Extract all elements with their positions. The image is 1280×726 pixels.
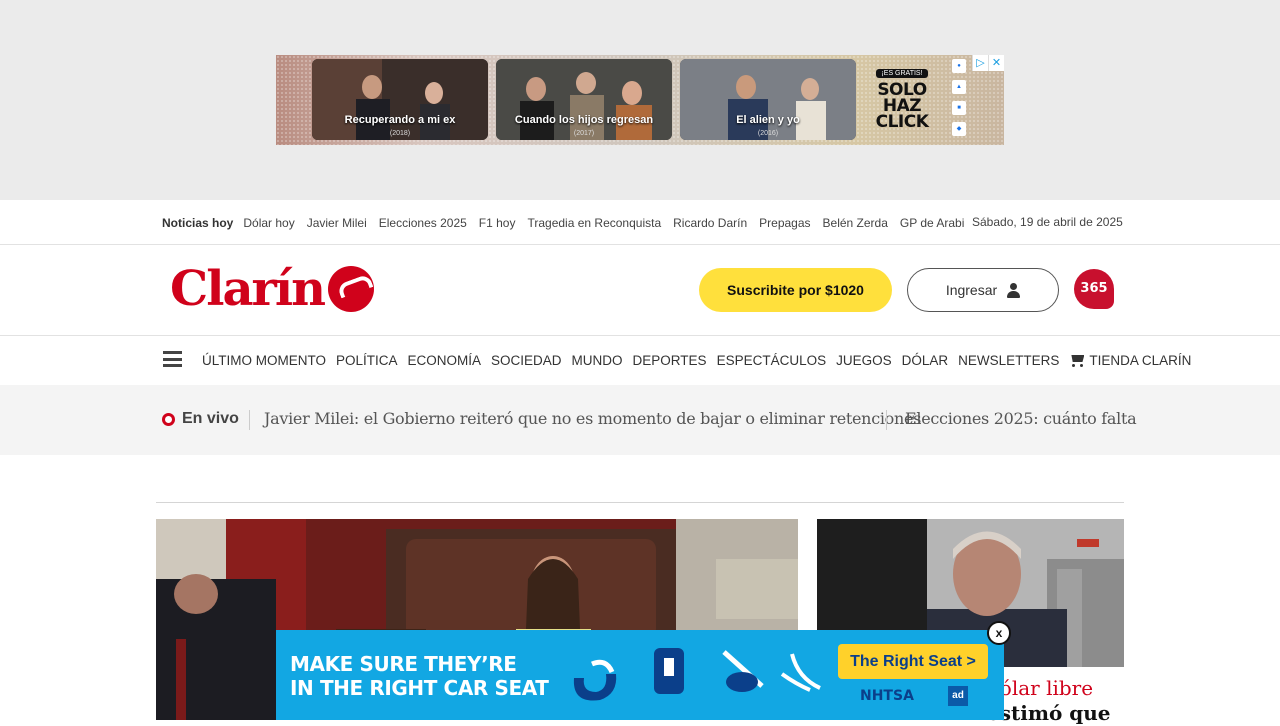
car-seat-icons [573,648,821,701]
live-separator [249,410,250,430]
trending-item[interactable]: GP de Arabi [900,216,965,230]
live-label: En vivo [182,410,239,427]
nav-item-tienda[interactable]: TIENDA CLARÍN [1069,353,1191,368]
trending-item[interactable]: Ricardo Darín [673,216,747,230]
nav-item-tienda-label: TIENDA CLARÍN [1089,353,1192,368]
nhtsa-logo: NHTSA [860,688,914,704]
login-button[interactable]: Ingresar [907,268,1059,312]
clarin-365-badge[interactable]: 365 [1074,269,1114,309]
ad-movie-year-2: (2017) [573,130,595,137]
trending-item[interactable]: Tragedia en Reconquista [527,216,661,230]
current-date: Sábado, 19 de abril de 2025 [972,215,1123,229]
top-banner-ad[interactable]: Recuperando a mi ex (2018) Cuando los hi… [276,55,1004,145]
trending-list: Noticias hoy Dólar hoy Javier Milei Elec… [162,200,976,245]
section-nav: ÚLTIMO MOMENTO POLÍTICA ECONOMÍA SOCIEDA… [0,336,1280,385]
live-item[interactable]: Elecciones 2025: cuánto falta [905,409,1137,428]
top-ad-area: Recuperando a mi ex (2018) Cuando los hi… [0,0,1280,200]
ad-cta-text: SOLO HAZ CLICK [875,80,929,132]
user-icon [1007,282,1021,298]
nav-item-deportes[interactable]: DEPORTES [633,353,707,368]
trending-item[interactable]: F1 hoy [479,216,516,230]
live-item[interactable]: Javier Milei: el Gobierno reiteró que no… [264,409,921,428]
ad-side-icons: ● ▲ ■ ◆ [952,59,966,143]
site-header: Clarín Suscribite por $1020 Ingresar 365 [0,245,1280,336]
ad-movie-image-3 [680,59,856,140]
live-ticker: En vivo Javier Milei: el Gobierno reiter… [0,385,1280,455]
ad-right-seat-button[interactable]: The Right Seat > [838,644,988,679]
nav-item-mundo[interactable]: MUNDO [572,353,623,368]
ad-council-logo: ad [948,686,968,706]
adchoices-icon[interactable]: ▷ [972,55,988,71]
side-story-text: estimó que [987,701,1111,725]
ad-side-icon: ■ [952,101,966,115]
clarin-logo[interactable]: Clarín [170,260,374,317]
trending-lead[interactable]: Noticias hoy [162,216,233,230]
ad-movie-image-2 [496,59,672,140]
trending-item[interactable]: Javier Milei [307,216,367,230]
ad-movie-card-2[interactable]: Cuando los hijos regresan (2017) [496,59,672,140]
section-list: ÚLTIMO MOMENTO POLÍTICA ECONOMÍA SOCIEDA… [202,336,1201,385]
nav-item-espectaculos[interactable]: ESPECTÁCULOS [717,353,827,368]
nav-item-newsletters[interactable]: NEWSLETTERS [958,353,1059,368]
trending-bar: Noticias hoy Dólar hoy Javier Milei Elec… [0,200,1280,245]
ad-movie-title-3: El alien y yo [736,114,800,126]
nav-item-sociedad[interactable]: SOCIEDAD [491,353,562,368]
ad-bottom-line2: IN THE RIGHT CAR SEAT [290,676,549,700]
menu-icon[interactable] [163,351,182,367]
ad-movie-year-3: (2016) [757,130,779,137]
logo-wordmark: Clarín [170,260,326,317]
ad-movie-card-3[interactable]: El alien y yo (2016) [680,59,856,140]
content-divider [156,502,1124,503]
login-label: Ingresar [945,282,998,298]
ad-movie-card-1[interactable]: Recuperando a mi ex (2018) [312,59,488,140]
subscribe-button[interactable]: Suscribite por $1020 [699,268,892,312]
ad-side-icon: ● [952,59,966,73]
ad-movie-title-1: Recuperando a mi ex [344,114,456,126]
trending-item[interactable]: Prepagas [759,216,810,230]
ad-movie-year-1: (2018) [389,130,411,137]
trending-item[interactable]: Belén Zerda [823,216,888,230]
ad-bottom-message: MAKE SURE THEY’RE IN THE RIGHT CAR SEAT [290,652,549,700]
trending-item[interactable]: Dólar hoy [243,216,294,230]
nav-item-politica[interactable]: POLÍTICA [336,353,398,368]
trending-item[interactable]: Elecciones 2025 [379,216,467,230]
live-dot-icon [162,413,175,426]
logo-mark-icon [327,265,374,312]
close-ad-button[interactable]: x [987,621,1011,645]
ad-side-icon: ◆ [952,122,966,136]
ad-free-badge: ¡ES GRATIS! [876,69,928,78]
live-separator [886,410,887,430]
nav-item-dolar[interactable]: DÓLAR [902,353,949,368]
ad-movie-image-1 [312,59,488,140]
ad-close-icon[interactable]: ✕ [988,55,1004,71]
nav-item-ultimo-momento[interactable]: ÚLTIMO MOMENTO [202,353,326,368]
ad-bottom-line1: MAKE SURE THEY’RE [290,652,517,676]
nav-item-juegos[interactable]: JUEGOS [836,353,892,368]
ad-movie-title-2: Cuando los hijos regresan [514,114,654,126]
bottom-banner-ad[interactable]: MAKE SURE THEY’RE IN THE RIGHT CAR SEAT … [276,630,1004,720]
ad-side-icon: ▲ [952,80,966,94]
cart-icon [1069,354,1084,367]
ad-brand-block[interactable]: butacatv ¡ES GRATIS! SOLO HAZ CLICK [864,61,940,132]
nav-item-economia[interactable]: ECONOMÍA [408,353,482,368]
adchoices[interactable]: ▷ ✕ [972,55,1004,71]
